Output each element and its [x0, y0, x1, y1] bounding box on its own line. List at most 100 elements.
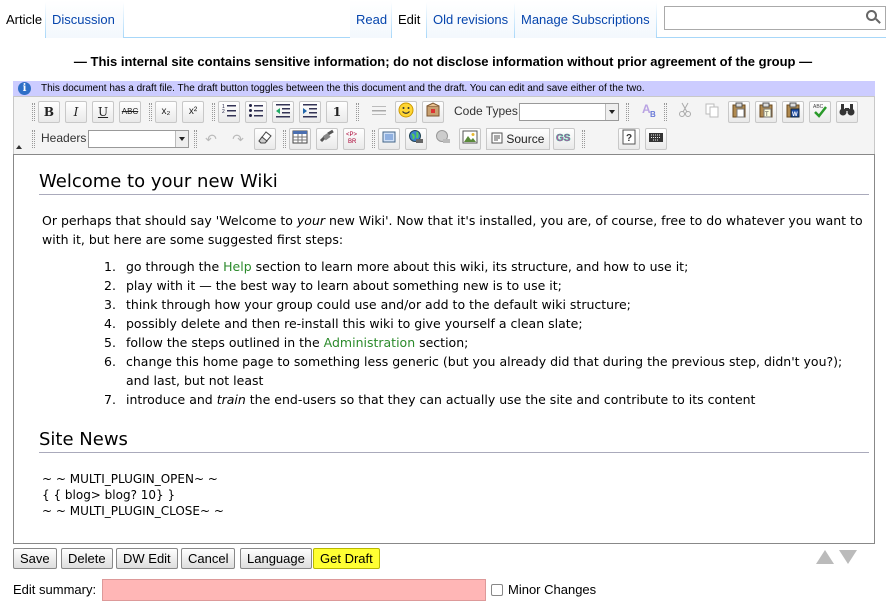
- div-block-icon[interactable]: [378, 128, 400, 150]
- tab-edit[interactable]: Edit: [392, 0, 427, 38]
- italic-button[interactable]: I: [65, 101, 87, 123]
- spellcheck-icon[interactable]: ABC: [809, 101, 831, 123]
- tab-manage-subscriptions[interactable]: Manage Subscriptions: [515, 0, 657, 38]
- cancel-button[interactable]: Cancel: [181, 548, 236, 569]
- arrow-down-icon[interactable]: [839, 550, 857, 564]
- indent-icon[interactable]: [299, 101, 321, 123]
- get-draft-button[interactable]: Get Draft: [313, 548, 380, 569]
- list-item: 1. go through the Help section to learn m…: [104, 257, 869, 276]
- intro-text: new Wiki'. Now that it's installed, you …: [325, 213, 863, 228]
- cut-icon[interactable]: [674, 101, 696, 123]
- help-icon[interactable]: ?: [618, 128, 640, 150]
- delete-button[interactable]: Delete: [61, 548, 113, 569]
- toolbar-grip-icon: [626, 103, 629, 121]
- list-text: think through how your group could use a…: [126, 297, 631, 312]
- dw-edit-button[interactable]: DW Edit: [116, 548, 178, 569]
- search-icon[interactable]: [866, 10, 877, 21]
- svg-text:?: ?: [626, 133, 632, 144]
- bold-button[interactable]: B: [38, 101, 60, 123]
- chevron-down-icon[interactable]: [175, 131, 188, 147]
- list-number: 6.: [104, 354, 116, 369]
- help-link[interactable]: Help: [223, 259, 252, 274]
- outdent-icon[interactable]: [272, 101, 294, 123]
- redo-icon[interactable]: ↷: [227, 128, 249, 150]
- language-button[interactable]: Language: [240, 548, 312, 569]
- svg-text:<P>: <P>: [346, 132, 358, 138]
- chevron-down-icon[interactable]: [605, 104, 618, 120]
- smiley-icon[interactable]: [395, 101, 417, 123]
- source-icon: [491, 132, 503, 144]
- list-item: 2. play with it — the best way to learn a…: [104, 276, 869, 295]
- eraser-icon[interactable]: [254, 128, 276, 150]
- list-text: and last, but not least: [126, 373, 264, 388]
- administration-link[interactable]: Administration: [324, 335, 415, 350]
- numbered-heading-icon[interactable]: 1: [326, 101, 348, 123]
- headers-select[interactable]: [88, 130, 189, 148]
- svg-text:W: W: [792, 112, 798, 118]
- link-icon[interactable]: [316, 128, 338, 150]
- tab-article[interactable]: Article: [0, 0, 46, 38]
- paste-text-icon[interactable]: T: [755, 101, 777, 123]
- code-types-select[interactable]: [519, 103, 619, 121]
- subscript-button[interactable]: x₂: [155, 101, 177, 123]
- intro-text: Or perhaps that should say 'Welcome to: [42, 213, 297, 228]
- arrow-up-icon[interactable]: [816, 550, 834, 564]
- tab-discussion[interactable]: Discussion: [46, 0, 124, 38]
- plugin-line: ~ ~ MULTI_PLUGIN_OPEN~ ~: [42, 472, 218, 486]
- copy-icon[interactable]: [701, 101, 723, 123]
- strike-button[interactable]: ABC: [119, 101, 141, 123]
- source-button[interactable]: Source: [486, 128, 551, 150]
- list-text: change this home page to something less …: [126, 354, 843, 369]
- tab-old-revisions[interactable]: Old revisions: [427, 0, 515, 38]
- minor-changes-checkbox[interactable]: [491, 584, 503, 596]
- keyboard-icon[interactable]: [645, 128, 667, 150]
- numbered-list-icon[interactable]: 12: [218, 101, 240, 123]
- toolbar-grip-icon: [194, 130, 197, 148]
- underline-button[interactable]: U: [92, 101, 114, 123]
- image-icon[interactable]: [459, 128, 481, 150]
- list-text: possibly delete and then re-install this…: [126, 316, 583, 331]
- list-item: 7. introduce and train the end-users so t…: [104, 390, 869, 409]
- tab-discussion-label: Discussion: [52, 12, 115, 27]
- edit-summary-input[interactable]: [102, 579, 486, 601]
- tab-old-revisions-label: Old revisions: [433, 12, 509, 27]
- paste-icon[interactable]: [728, 101, 750, 123]
- find-icon[interactable]: [836, 101, 858, 123]
- superscript-button[interactable]: x²: [182, 101, 204, 123]
- toolbar-grip-icon: [212, 103, 215, 121]
- list-item: 3. think through how your group could use…: [104, 295, 869, 314]
- list-number: 2.: [104, 278, 116, 293]
- toolbar-grip-icon[interactable]: [32, 103, 35, 121]
- special-chars-icon[interactable]: [422, 101, 444, 123]
- intro-paragraph: Or perhaps that should say 'Welcome to y…: [42, 211, 872, 249]
- globe-link-icon[interactable]: [405, 128, 427, 150]
- table-icon[interactable]: [289, 128, 311, 150]
- paste-word-icon[interactable]: W: [782, 101, 804, 123]
- plugin-line: { { blog> blog? 10} }: [42, 488, 176, 502]
- plugin-line: ~ ~ MULTI_PLUGIN_CLOSE~ ~: [42, 504, 224, 518]
- page-heading: Welcome to your new Wiki: [39, 171, 869, 195]
- list-item: 4. possibly delete and then re-install th…: [104, 314, 869, 333]
- toolbar-grip-icon[interactable]: [32, 130, 35, 148]
- svg-text:2: 2: [222, 109, 225, 115]
- svg-text:BR: BR: [348, 139, 357, 145]
- toolbar-grip-icon: [372, 130, 375, 148]
- list-number: 7.: [104, 392, 116, 407]
- draft-notice-text: This document has a draft file. The draf…: [41, 83, 645, 94]
- html-tag-icon[interactable]: <P> BR: [343, 128, 365, 150]
- undo-icon[interactable]: ↶: [200, 128, 222, 150]
- draft-notice-bar: i This document has a draft file. The dr…: [13, 81, 875, 96]
- intro-emphasis: your: [296, 213, 326, 228]
- toolbar-grip-icon: [283, 130, 286, 148]
- save-button[interactable]: Save: [13, 548, 57, 569]
- gs-plugin-icon[interactable]: GS: [553, 128, 575, 150]
- search-input[interactable]: [664, 6, 886, 30]
- tab-read[interactable]: Read: [350, 0, 392, 38]
- bullet-list-icon[interactable]: [245, 101, 267, 123]
- wysiwyg-editor[interactable]: Welcome to your new Wiki Or perhaps that…: [13, 154, 875, 544]
- unlink-icon[interactable]: [432, 128, 454, 150]
- svg-text:T: T: [765, 112, 769, 118]
- horizontal-rule-icon[interactable]: [368, 101, 390, 123]
- text-color-icon[interactable]: AB: [639, 101, 661, 123]
- source-label: Source: [506, 132, 545, 146]
